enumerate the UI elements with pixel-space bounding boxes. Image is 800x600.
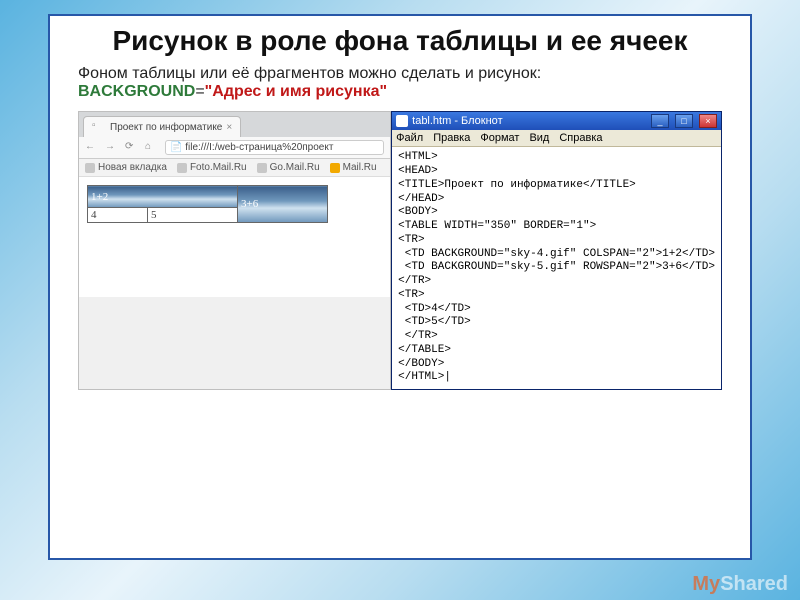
bookmark-label: Foto.Mail.Ru — [190, 162, 247, 173]
bookmark-item[interactable]: Mail.Ru — [330, 162, 377, 173]
keyword-background: BACKGROUND — [78, 83, 195, 100]
bookmark-icon — [257, 163, 267, 173]
bookmark-item[interactable]: Go.Mail.Ru — [257, 162, 320, 173]
notepad-icon — [396, 115, 408, 127]
notepad-title-bar[interactable]: tabl.htm - Блокнот _ □ × — [392, 112, 721, 130]
embedded-windows: ▫ Проект по информатике × ← → ⟳ ⌂ 📄 file… — [78, 111, 722, 390]
browser-viewport: 1+2 3+6 4 5 — [79, 177, 390, 297]
bookmark-label: Новая вкладка — [98, 162, 167, 173]
watermark-my: My — [692, 573, 720, 595]
notepad-menu-bar: Файл Правка Формат Вид Справка — [392, 130, 721, 147]
browser-tab-bar: ▫ Проект по информатике × — [79, 112, 390, 137]
url-text: file:///I:/web-страница%20проект — [185, 142, 333, 153]
keyword-value: "Адрес и имя рисунка" — [205, 83, 387, 100]
table-cell: 3+6 — [238, 186, 328, 223]
slide-frame: Рисунок в роле фона таблицы и ее ячеек Ф… — [48, 14, 752, 560]
nav-home-icon[interactable]: ⌂ — [145, 141, 159, 155]
file-icon: 📄 — [170, 142, 182, 153]
bookmark-icon — [85, 163, 95, 173]
page-icon: ▫ — [92, 120, 106, 134]
table-cell: 5 — [148, 208, 238, 223]
tab-close-icon[interactable]: × — [226, 122, 232, 133]
slide-description: Фоном таблицы или её фрагментов можно сд… — [78, 65, 722, 101]
bookmark-item[interactable]: Новая вкладка — [85, 162, 167, 173]
address-input[interactable]: 📄 file:///I:/web-страница%20проект — [165, 140, 384, 155]
bookmark-label: Go.Mail.Ru — [270, 162, 320, 173]
bookmark-icon — [330, 163, 340, 173]
menu-format[interactable]: Формат — [480, 132, 519, 144]
watermark: MyShared — [692, 573, 788, 596]
browser-address-bar: ← → ⟳ ⌂ 📄 file:///I:/web-страница%20прое… — [79, 137, 390, 159]
notepad-text-area[interactable]: <HTML> <HEAD> <TITLE>Проект по информати… — [392, 147, 721, 389]
browser-tab[interactable]: ▫ Проект по информатике × — [83, 116, 241, 137]
notepad-title: tabl.htm - Блокнот — [412, 115, 645, 127]
desc-text: Фоном таблицы или её фрагментов можно сд… — [78, 65, 541, 82]
bookmark-icon — [177, 163, 187, 173]
watermark-shared: Shared — [720, 573, 788, 595]
bookmarks-bar: Новая вкладка Foto.Mail.Ru Go.Mail.Ru Ma… — [79, 159, 390, 177]
table-cell: 4 — [88, 208, 148, 223]
menu-view[interactable]: Вид — [529, 132, 549, 144]
example-table: 1+2 3+6 4 5 — [87, 185, 328, 223]
browser-window: ▫ Проект по информатике × ← → ⟳ ⌂ 📄 file… — [78, 111, 391, 390]
equals: = — [195, 83, 204, 100]
menu-edit[interactable]: Правка — [433, 132, 470, 144]
menu-file[interactable]: Файл — [396, 132, 423, 144]
nav-back-icon[interactable]: ← — [85, 141, 99, 155]
nav-reload-icon[interactable]: ⟳ — [125, 141, 139, 155]
tab-title: Проект по информатике — [110, 122, 222, 133]
close-button[interactable]: × — [699, 114, 717, 128]
slide-title: Рисунок в роле фона таблицы и ее ячеек — [78, 26, 722, 55]
slide-content: Рисунок в роле фона таблицы и ее ячеек Ф… — [50, 16, 750, 398]
bookmark-label: Mail.Ru — [343, 162, 377, 173]
menu-help[interactable]: Справка — [559, 132, 602, 144]
notepad-window: tabl.htm - Блокнот _ □ × Файл Правка Фор… — [391, 111, 722, 390]
maximize-button[interactable]: □ — [675, 114, 693, 128]
nav-forward-icon[interactable]: → — [105, 141, 119, 155]
minimize-button[interactable]: _ — [651, 114, 669, 128]
bookmark-item[interactable]: Foto.Mail.Ru — [177, 162, 247, 173]
table-cell: 1+2 — [88, 186, 238, 208]
